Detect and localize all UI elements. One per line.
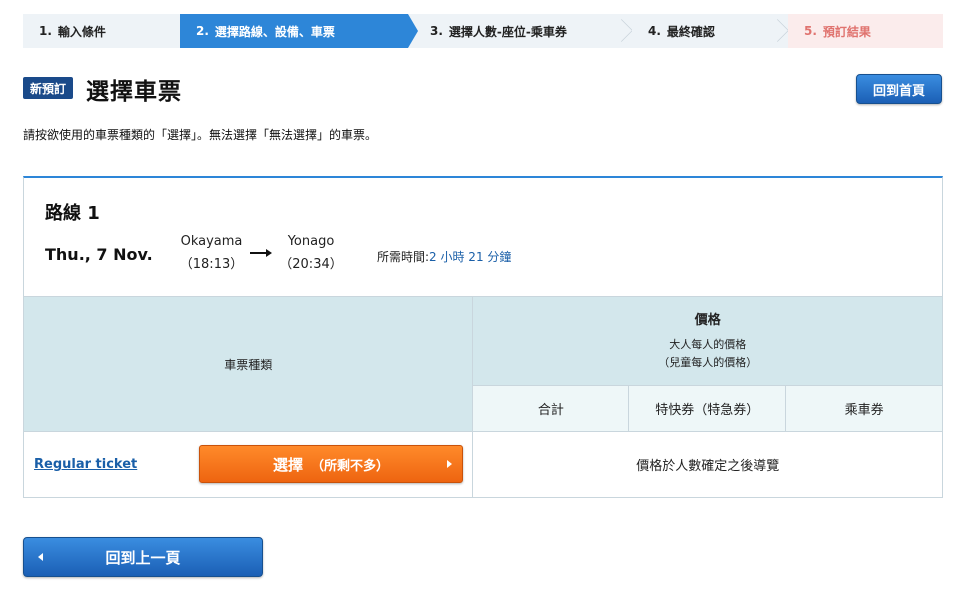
arrival-station-name: Yonago [287, 234, 335, 249]
travel-duration: 所需時間:2 小時 21 分鐘 [377, 248, 511, 265]
duration-value: 2 小時 21 分鐘 [429, 250, 512, 264]
ticket-table: 車票種類 價格 大人每人的價格 （兒童每人的價格） 合計 特快券（特急券） 乘車… [22, 296, 943, 498]
total-column-header: 合計 [472, 384, 630, 433]
step-1: 1. 輸入條件 [23, 14, 180, 48]
price-header-title: 價格 [694, 313, 721, 329]
chevron-left-icon [38, 553, 43, 561]
back-button[interactable]: 回到上一頁 [23, 537, 263, 577]
step-label: 選擇人數-座位-乘車券 [448, 24, 567, 39]
step-5: 5. 預訂結果 [788, 14, 943, 48]
arrival-station: Yonago （20:34） [276, 234, 346, 272]
step-label: 選擇路線、設備、車票 [214, 24, 335, 39]
step-label: 最終確認 [666, 24, 715, 39]
step-number: 3. [430, 24, 443, 38]
ticket-type-header: 車票種類 [22, 296, 474, 432]
departure-station-name: Okayama [180, 234, 243, 249]
ticket-name-link[interactable]: Regular ticket [34, 457, 137, 472]
step-number: 1. [39, 24, 52, 38]
departure-station: Okayama （18:13） [174, 234, 249, 272]
price-note-child: （兒童每人的價格） [658, 356, 758, 370]
step-number: 5. [804, 24, 817, 38]
route-title: 路線 1 [45, 203, 100, 224]
ticket-type-cell: Regular ticket 選擇 （所剩不多） [22, 431, 474, 498]
select-label: 選擇 [272, 455, 303, 474]
back-button-label: 回到上一頁 [105, 548, 181, 567]
express-ticket-column-header: 特快券（特急券） [628, 384, 787, 433]
price-header: 價格 大人每人的價格 （兒童每人的價格） [472, 296, 943, 386]
route-date: Thu., 7 Nov. [45, 245, 153, 264]
step-number: 2. [196, 24, 209, 38]
chevron-right-icon [447, 460, 452, 468]
basic-fare-column-header: 乘車券 [785, 384, 943, 433]
new-reservation-badge: 新預訂 [23, 77, 73, 99]
step-label: 輸入條件 [57, 24, 106, 39]
price-note-adult: 大人每人的價格 [669, 338, 747, 352]
step-2: 2. 選擇路線、設備、車票 [180, 14, 418, 48]
price-cell: 價格於人數確定之後導覽 [472, 431, 943, 498]
table-row: Regular ticket 選擇 （所剩不多） 價格於人數確定之後導覽 [22, 431, 943, 498]
select-note: （所剩不多） [311, 458, 390, 474]
instruction-text: 請按欲使用的車票種類的「選擇」。無法選擇「無法選擇」的車票。 [23, 128, 378, 142]
step-3: 3. 選擇人數-座位-乘車券 [408, 14, 632, 48]
duration-label: 所需時間: [377, 250, 430, 264]
step-label: 預訂結果 [822, 24, 871, 39]
departure-time: （18:13） [179, 257, 244, 272]
step-4: 4. 最終確認 [632, 14, 788, 48]
page-title: 選擇車票 [86, 79, 182, 105]
select-ticket-button[interactable]: 選擇 （所剩不多） [199, 445, 463, 483]
home-button[interactable]: 回到首頁 [856, 74, 942, 104]
route-panel: 路線 1 Thu., 7 Nov. Okayama （18:13） Yonago… [23, 176, 943, 297]
arrow-right-icon [250, 249, 272, 257]
progress-steps: 1. 輸入條件 2. 選擇路線、設備、車票 3. 選擇人數-座位-乘車券 4. … [23, 14, 943, 48]
arrival-time: （20:34） [279, 257, 343, 272]
step-number: 4. [648, 24, 661, 38]
